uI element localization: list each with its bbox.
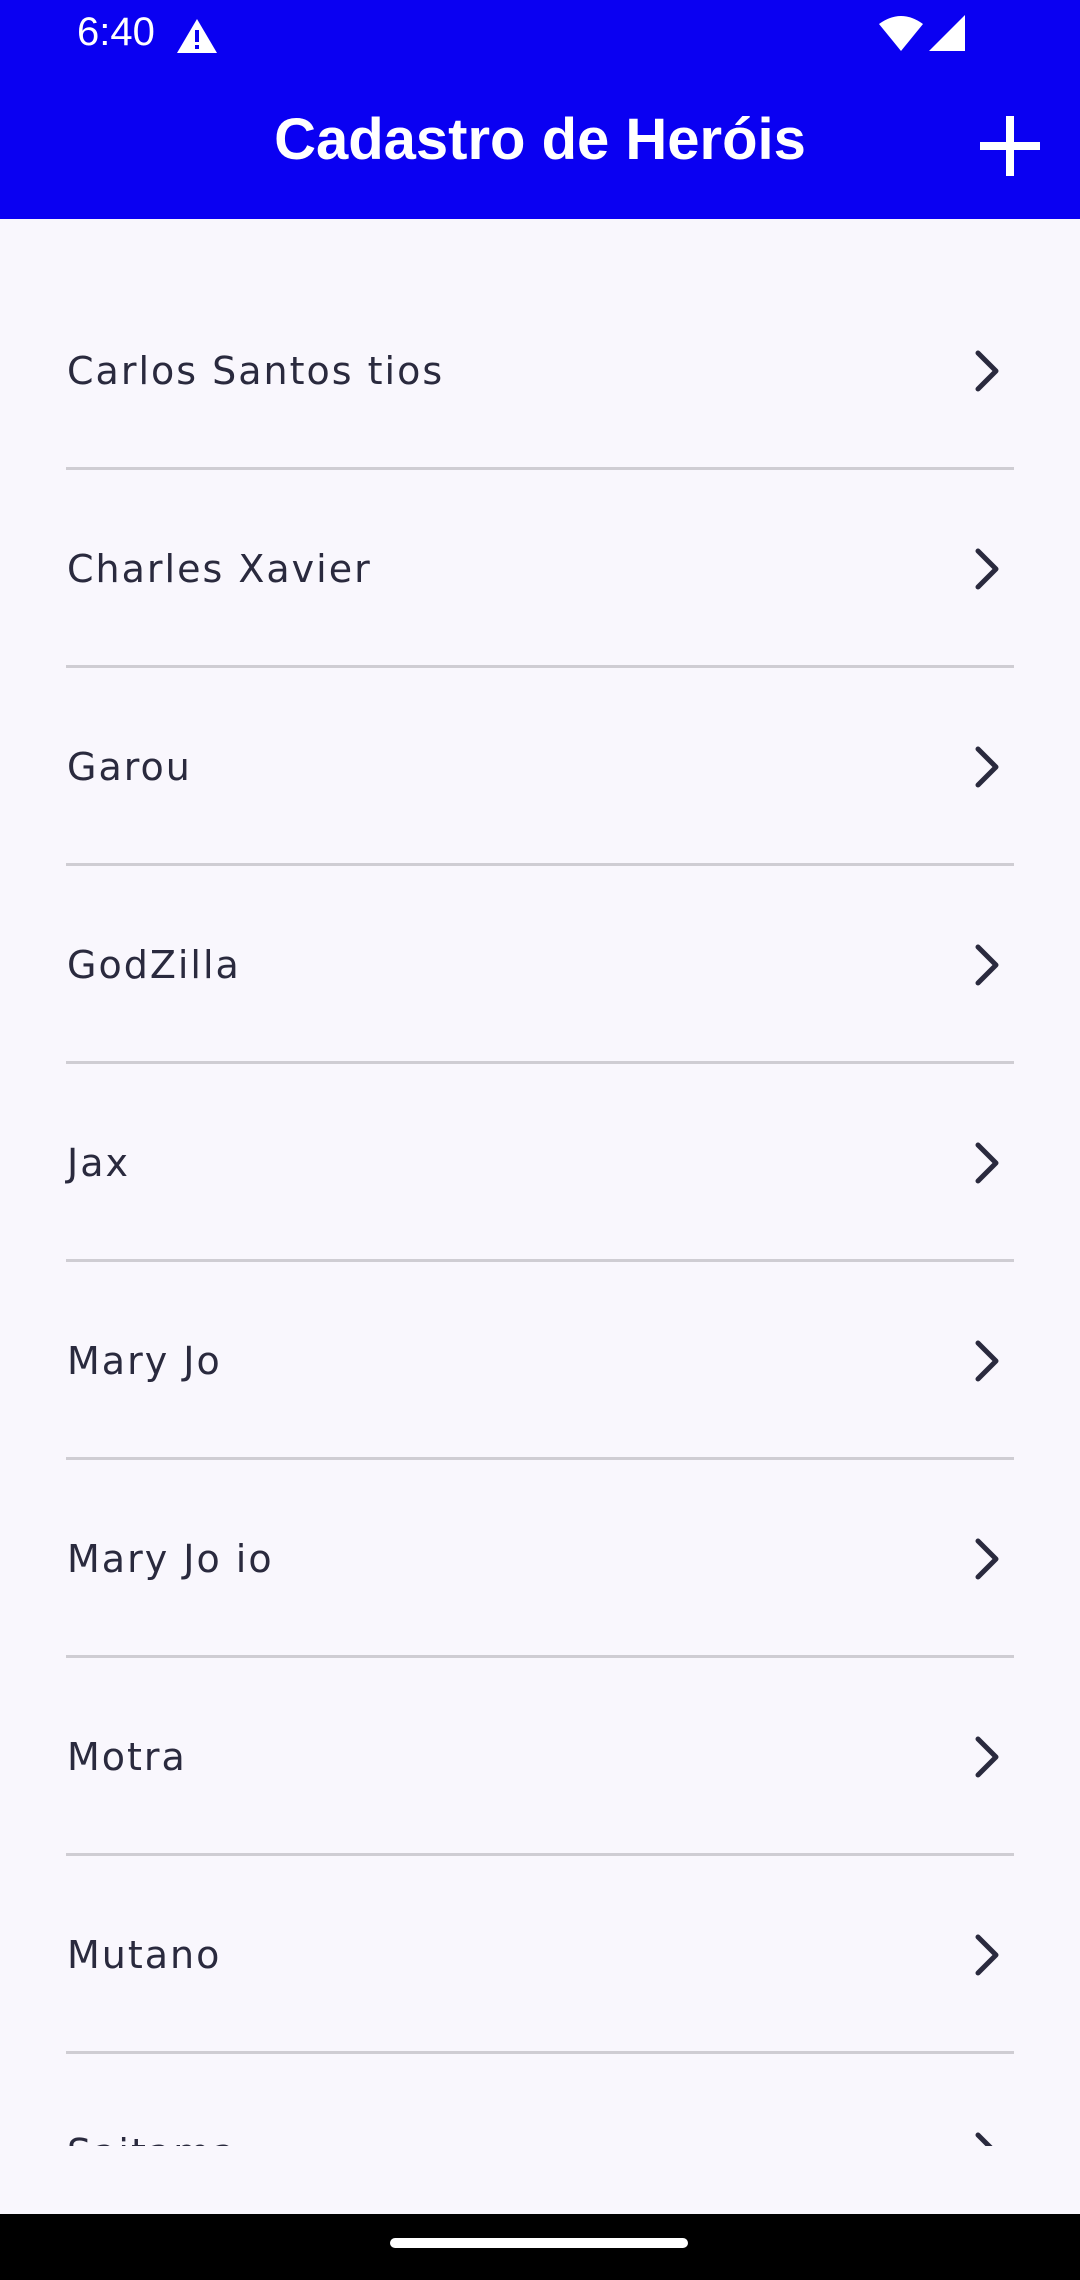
- hero-list-item[interactable]: Carlos Santos tios: [0, 272, 1080, 470]
- chevron-right-icon: [975, 2132, 993, 2146]
- hero-name: Mutano: [67, 1933, 222, 1977]
- hero-name: Charles Xavier: [67, 547, 372, 591]
- hero-name: Mary Jo: [67, 1339, 222, 1383]
- app-bar: 6:40 Cadastro de Heróis: [0, 0, 1080, 219]
- hero-list-item[interactable]: Mutano: [0, 1856, 1080, 2054]
- add-icon: [980, 116, 1040, 176]
- add-hero-button[interactable]: [970, 106, 1050, 186]
- chevron-right-icon: [975, 1934, 999, 1976]
- chevron-right-icon: [975, 350, 999, 392]
- hero-list-item[interactable]: Charles Xavier: [0, 470, 1080, 668]
- hero-list: Carlos Santos tios Charles Xavier Garou God…: [0, 221, 1080, 2146]
- hero-name: Saitama: [67, 2054, 237, 2146]
- hero-name: Motra: [67, 1735, 187, 1779]
- chevron-right-icon: [975, 548, 999, 590]
- status-time: 6:40: [77, 10, 155, 54]
- page-title: Cadastro de Heróis: [274, 107, 806, 172]
- warning-icon: [177, 19, 217, 53]
- hero-list-item[interactable]: Saitama: [0, 2054, 1080, 2146]
- list-top-padding: [0, 221, 1080, 272]
- chevron-right-icon: [975, 1340, 999, 1382]
- chevron-right-icon: [975, 1538, 999, 1580]
- chevron-right-icon: [975, 1736, 999, 1778]
- hero-list-item[interactable]: Motra: [0, 1658, 1080, 1856]
- app-screen: 6:40 Cadastro de Heróis Carlos Santos ti…: [0, 0, 1080, 2280]
- chevron-right-icon: [975, 1142, 999, 1184]
- hero-list-item[interactable]: Garou: [0, 668, 1080, 866]
- hero-list-item[interactable]: GodZilla: [0, 866, 1080, 1064]
- hero-name: Mary Jo io: [67, 1537, 274, 1581]
- hero-name: GodZilla: [67, 943, 241, 987]
- hero-list-item[interactable]: Mary Jo: [0, 1262, 1080, 1460]
- hero-name: Garou: [67, 745, 192, 789]
- home-gesture-handle[interactable]: [390, 2238, 688, 2248]
- chevron-right-icon: [975, 944, 999, 986]
- hero-name: Jax: [67, 1141, 130, 1185]
- wifi-icon: [879, 16, 923, 51]
- chevron-right-icon: [975, 746, 999, 788]
- hero-list-item[interactable]: Jax: [0, 1064, 1080, 1262]
- hero-list-item[interactable]: Mary Jo io: [0, 1460, 1080, 1658]
- hero-name: Carlos Santos tios: [67, 349, 445, 393]
- list-bottom-padding: [0, 2146, 1080, 2214]
- signal-icon: [929, 15, 965, 51]
- status-bar: 6:40: [0, 0, 1080, 72]
